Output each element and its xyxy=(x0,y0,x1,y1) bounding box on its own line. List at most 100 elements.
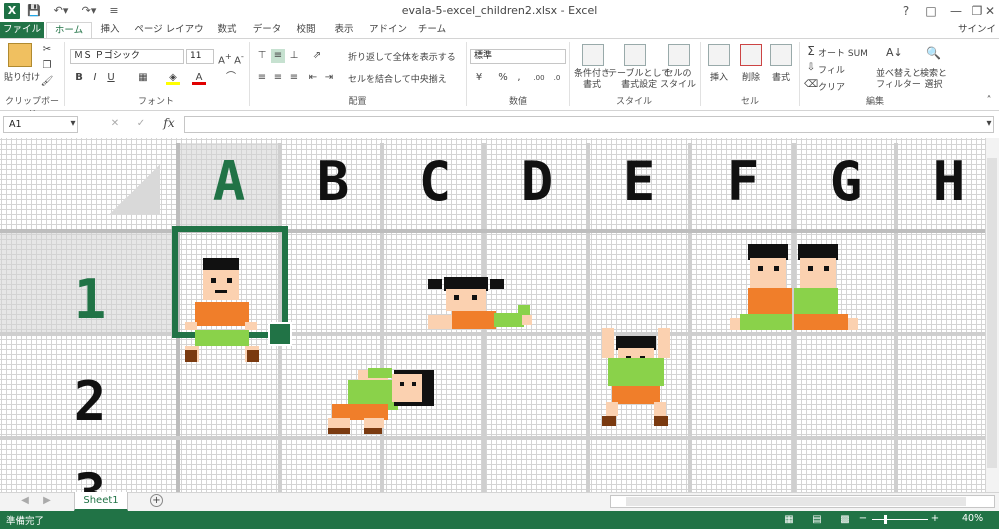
fill-color-icon[interactable]: ◈ xyxy=(166,71,180,85)
paste-icon[interactable] xyxy=(8,43,32,67)
select-all-triangle-icon[interactable] xyxy=(110,163,160,215)
increase-font-icon[interactable]: A+ xyxy=(218,49,232,66)
help-button[interactable]: ? xyxy=(893,0,919,22)
zoom-in-icon[interactable]: + xyxy=(928,512,942,526)
clear-button[interactable]: クリア xyxy=(818,80,845,93)
borders-icon[interactable]: ▦ xyxy=(136,71,150,85)
col-header-D[interactable]: D xyxy=(506,150,566,214)
col-header-B[interactable]: B xyxy=(302,150,362,214)
decrease-font-icon[interactable]: A- xyxy=(232,49,246,66)
align-center-icon[interactable]: ≡ xyxy=(271,71,285,85)
delete-cells-icon[interactable] xyxy=(740,44,762,66)
sort-filter-button[interactable]: 並べ替えと フィルター xyxy=(876,69,921,91)
autosum-button[interactable]: オート SUM xyxy=(818,46,868,59)
tab-insert[interactable]: 挿入 xyxy=(94,22,126,39)
find-select-icon[interactable]: 🔍 xyxy=(926,46,941,60)
comma-icon[interactable]: , xyxy=(512,71,526,85)
font-size-select[interactable]: 11 xyxy=(186,49,214,64)
vertical-scrollbar-thumb[interactable] xyxy=(987,158,997,468)
fill-icon[interactable]: ⇩ xyxy=(804,61,818,75)
accounting-format-icon[interactable]: ¥ xyxy=(472,71,486,85)
col-header-H[interactable]: H xyxy=(918,150,978,214)
enter-icon[interactable]: ✓ xyxy=(134,117,148,131)
tab-team[interactable]: チーム xyxy=(414,22,450,39)
signin-link[interactable]: サインイン xyxy=(955,22,999,51)
tab-page-layout[interactable]: ページ レイアウト xyxy=(130,22,208,51)
prev-sheet-icon[interactable]: ◀ xyxy=(18,494,32,508)
format-painter-icon[interactable]: 🖌 xyxy=(40,75,54,89)
formula-input[interactable] xyxy=(184,116,994,133)
conditional-format-icon[interactable] xyxy=(582,44,604,66)
customize-qat-icon[interactable]: ≡ xyxy=(107,3,121,19)
row-header-2[interactable]: 2 xyxy=(60,370,120,434)
format-as-table-icon[interactable] xyxy=(624,44,646,66)
underline-icon[interactable]: U xyxy=(104,71,118,85)
align-bottom-icon[interactable]: ⊥ xyxy=(287,49,301,63)
orientation-icon[interactable]: ⇗ xyxy=(310,49,324,63)
normal-view-icon[interactable]: ▦ xyxy=(782,513,796,527)
percent-icon[interactable]: % xyxy=(496,71,510,85)
page-break-view-icon[interactable]: ▩ xyxy=(838,513,852,527)
find-select-button[interactable]: 検索と 選択 xyxy=(920,69,947,91)
merge-center-button[interactable]: セルを結合して中央揃え xyxy=(348,72,447,85)
insert-function-icon[interactable]: fx xyxy=(160,116,178,130)
increase-indent-icon[interactable]: ⇥ xyxy=(322,71,336,85)
zoom-slider-thumb[interactable] xyxy=(884,515,887,524)
horizontal-scrollbar-thumb[interactable] xyxy=(626,497,966,506)
row-header-3[interactable]: 3 xyxy=(60,462,120,492)
expand-formula-icon[interactable]: ▾ xyxy=(982,117,996,131)
next-sheet-icon[interactable]: ▶ xyxy=(40,494,54,508)
zoom-out-icon[interactable]: − xyxy=(856,512,870,526)
tab-view[interactable]: 表示 xyxy=(328,22,360,39)
font-color-icon[interactable]: A xyxy=(192,71,206,85)
save-icon[interactable]: 💾 xyxy=(26,3,42,19)
col-header-G[interactable]: G xyxy=(815,150,875,214)
insert-cells-icon[interactable] xyxy=(708,44,730,66)
align-left-icon[interactable]: ≡ xyxy=(255,71,269,85)
paste-button[interactable]: 貼り付け xyxy=(4,70,40,83)
insert-cells-button[interactable]: 挿入 xyxy=(710,70,728,83)
tab-data[interactable]: データ xyxy=(248,22,286,39)
tab-formulas[interactable]: 数式 xyxy=(210,22,244,39)
sort-filter-icon[interactable]: A↓ xyxy=(886,46,903,60)
col-header-E[interactable]: E xyxy=(608,150,668,214)
undo-icon[interactable]: ↶▾ xyxy=(50,3,72,19)
zoom-slider[interactable] xyxy=(872,519,928,520)
name-box-dropdown-icon[interactable]: ▾ xyxy=(66,117,80,131)
tab-file[interactable]: ファイル xyxy=(0,22,44,39)
align-middle-icon[interactable]: ≡ xyxy=(271,49,285,63)
align-top-icon[interactable]: ⊤ xyxy=(255,49,269,63)
close-button[interactable]: ✕ xyxy=(981,0,999,22)
wrap-text-button[interactable]: 折り返して全体を表示する xyxy=(348,50,456,63)
clear-icon[interactable]: ⌫ xyxy=(804,78,818,92)
fill-button[interactable]: フィル xyxy=(818,63,845,76)
sheet-tab-sheet1[interactable]: Sheet1 xyxy=(74,492,128,511)
decrease-indent-icon[interactable]: ⇤ xyxy=(306,71,320,85)
italic-icon[interactable]: I xyxy=(88,71,102,85)
redo-icon[interactable]: ↷▾ xyxy=(78,3,100,19)
conditional-format-button[interactable]: 条件付き 書式 xyxy=(574,69,610,91)
format-cells-button[interactable]: 書式 xyxy=(772,70,790,83)
zoom-level[interactable]: 40% xyxy=(962,513,983,524)
align-right-icon[interactable]: ≡ xyxy=(287,71,301,85)
tab-review[interactable]: 校閲 xyxy=(290,22,322,39)
cancel-icon[interactable]: ✕ xyxy=(108,117,122,131)
delete-cells-button[interactable]: 削除 xyxy=(742,70,760,83)
col-header-A[interactable]: A xyxy=(198,150,258,214)
number-format-select[interactable]: 標準 xyxy=(470,49,566,64)
row-header-1[interactable]: 1 xyxy=(60,268,120,332)
fill-handle[interactable] xyxy=(268,322,292,346)
increase-decimal-icon[interactable]: .00 xyxy=(532,71,546,85)
page-layout-view-icon[interactable]: ▤ xyxy=(810,513,824,527)
collapse-ribbon-icon[interactable]: ˄ xyxy=(982,94,996,108)
cut-icon[interactable]: ✂ xyxy=(40,43,54,57)
cell-styles-button[interactable]: セルの スタイル xyxy=(660,69,696,91)
format-cells-icon[interactable] xyxy=(770,44,792,66)
font-name-select[interactable]: ＭＳ Ｐゴシック xyxy=(70,49,184,64)
new-sheet-icon[interactable]: + xyxy=(150,494,163,507)
col-header-C[interactable]: C xyxy=(404,150,464,214)
cell-styles-icon[interactable] xyxy=(668,44,690,66)
decrease-decimal-icon[interactable]: .0 xyxy=(550,71,564,85)
ribbon-display-icon[interactable]: □ xyxy=(918,0,944,22)
col-header-F[interactable]: F xyxy=(712,150,772,214)
